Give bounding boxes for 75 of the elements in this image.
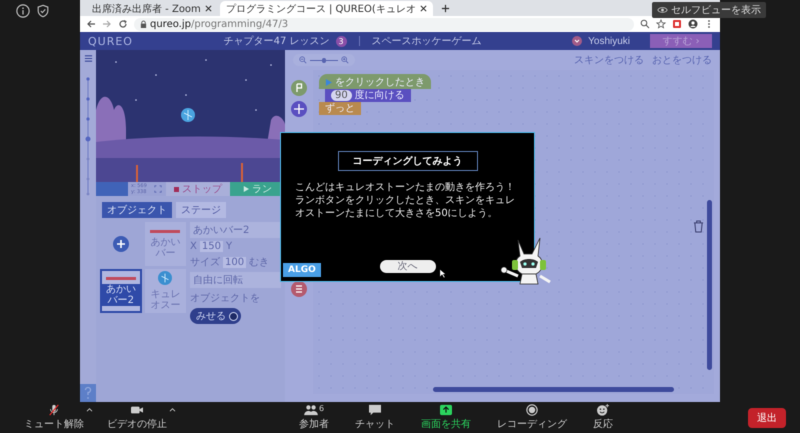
lock-icon [140,20,147,28]
account-icon[interactable] [688,19,698,29]
close-icon[interactable] [204,5,212,12]
x-label: X [190,241,197,252]
video-camera-icon [130,404,144,416]
move-category-icon[interactable] [291,101,307,117]
ball-sprite-icon [157,271,174,285]
zoom-out-icon[interactable] [299,56,307,64]
add-object-icon[interactable] [112,236,129,252]
next-step-button[interactable]: 次へ [380,260,436,273]
algo-badge: ALGO [283,263,321,277]
stop-icon [174,186,179,192]
panel-tab[interactable]: オブジェクト [102,202,172,218]
meeting-control-button[interactable]: 画面を共有 [421,404,471,431]
object-tile[interactable]: あかいバー2 [100,269,142,313]
meeting-control-button[interactable]: 反応 [593,404,613,431]
menu-icon[interactable] [84,54,92,63]
eye-icon [657,6,668,14]
direction-label: むき [249,256,270,269]
back-arrow-icon[interactable] [86,19,96,29]
trash-icon[interactable] [693,220,704,233]
stage-thumbnail[interactable] [96,182,128,196]
meeting-control-button[interactable]: ミュート解除 [24,404,84,431]
address-field[interactable]: qureo.jp/programming/47/3 [134,18,634,30]
bar-sprite-icon [106,276,136,280]
leave-button[interactable]: 退出 [748,408,786,428]
browser-tab[interactable]: プログラミングコース | QUREO(キュレオ [220,1,433,16]
panel-tab[interactable]: ステージ [176,202,226,218]
dialog-message: こんどはキュレオストーンたまの動きを作ろう！ランボタンをクリックしたとき、スキンをキュレオストーンたまにして大きさを50にしよう。 [295,181,516,221]
pointer-cursor-icon [439,268,446,279]
user-name[interactable]: Yoshiyuki [588,36,630,46]
dialog-title: コーディングしてみよう [338,151,478,171]
star-icon[interactable] [656,19,666,29]
x-field[interactable]: 150 [200,241,223,252]
caret-icon[interactable] [86,407,93,412]
self-view-button[interactable]: セルフビューを表示 [652,2,766,18]
scrollbar[interactable] [707,200,712,370]
browser-tab[interactable]: 出席済み出席者 - Zoom [86,1,218,16]
meeting-control-button[interactable]: レコーディング [497,404,567,431]
size-label: サイズ [190,256,220,269]
close-icon[interactable] [420,5,427,12]
new-tab-icon[interactable] [440,4,450,13]
zoom-in-icon[interactable] [341,56,349,64]
bar-sprite-icon [150,230,180,232]
meeting-control-button[interactable]: チャット [355,404,395,431]
info-icon[interactable] [16,4,30,18]
participants-icon [304,404,318,416]
y-label: Y [226,241,232,252]
code-block[interactable]: ずっと [319,102,361,115]
list-category-icon[interactable] [291,281,307,297]
play-icon [325,79,332,86]
caret-icon[interactable] [169,407,176,412]
record-icon [525,404,539,416]
app-logo[interactable]: QUREO [88,34,133,48]
lesson-badge: 3 [336,36,346,46]
code-block[interactable]: をクリックしたとき [319,74,431,89]
user-avatar-icon[interactable] [572,36,582,46]
code-block[interactable]: 90 度に向ける [325,89,411,102]
game-title: スペースホッケーゲーム [372,35,482,48]
visibility-label: オブジェクトを [190,292,260,305]
extension-icon[interactable] [672,19,682,29]
search-icon[interactable] [640,19,650,29]
visibility-toggle[interactable]: みせる [190,308,241,324]
meeting-control-button[interactable]: ビデオの停止 [107,404,167,431]
muted-microphone-icon [47,404,61,416]
meeting-control-button[interactable]: 6 参加者 [299,404,329,431]
reload-icon[interactable] [118,19,128,29]
flag-category-icon[interactable] [291,80,307,96]
chapter-label: チャプター47 レッスン [224,34,330,48]
shield-icon[interactable] [36,4,50,18]
play-icon [243,186,249,192]
participant-count: 6 [318,404,324,413]
scrollbar[interactable] [433,387,674,392]
chat-bubble-icon [368,404,382,416]
size-field[interactable]: 100 [223,256,246,268]
